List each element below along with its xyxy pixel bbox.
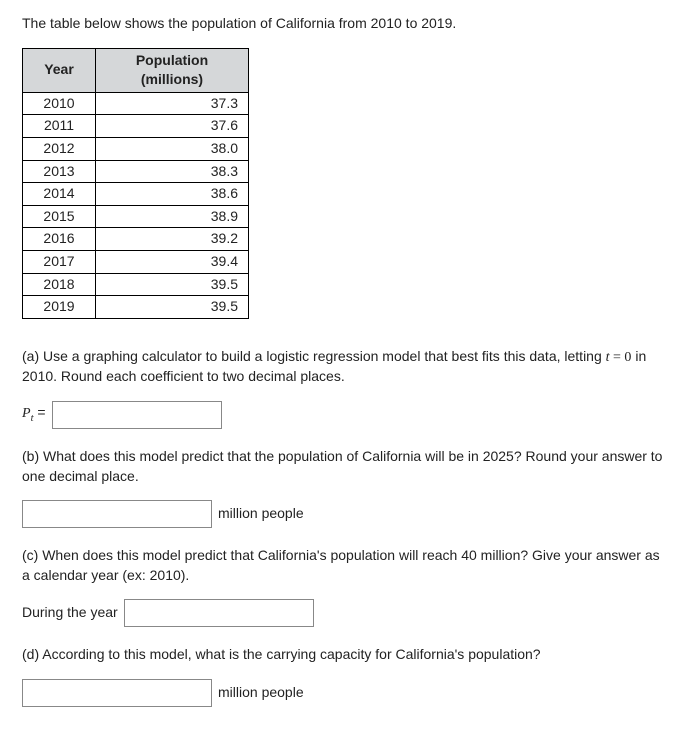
cell-year: 2015 <box>23 205 96 228</box>
unit-label-d: million people <box>218 683 304 703</box>
table-row: 201438.6 <box>23 183 249 206</box>
carrying-capacity-input[interactable] <box>22 679 212 707</box>
col-header-pop: Population (millions) <box>96 48 249 92</box>
question-a: (a) Use a graphing calculator to build a… <box>22 347 663 387</box>
cell-year: 2010 <box>23 92 96 115</box>
cell-pop: 37.3 <box>96 92 249 115</box>
cell-year: 2019 <box>23 296 96 319</box>
population-table: Year Population (millions) 201037.320113… <box>22 48 249 319</box>
table-row: 201338.3 <box>23 160 249 183</box>
cell-year: 2018 <box>23 273 96 296</box>
table-row: 201538.9 <box>23 205 249 228</box>
cell-year: 2011 <box>23 115 96 138</box>
year-label: During the year <box>22 603 118 623</box>
cell-pop: 39.2 <box>96 228 249 251</box>
cell-year: 2014 <box>23 183 96 206</box>
table-row: 201238.0 <box>23 137 249 160</box>
cell-pop: 39.4 <box>96 250 249 273</box>
table-row: 201037.3 <box>23 92 249 115</box>
question-c: (c) When does this model predict that Ca… <box>22 546 663 585</box>
unit-label-b: million people <box>218 504 304 524</box>
table-row: 201639.2 <box>23 228 249 251</box>
year-input[interactable] <box>124 599 314 627</box>
question-d: (d) According to this model, what is the… <box>22 645 663 665</box>
question-b: (b) What does this model predict that th… <box>22 447 663 486</box>
cell-year: 2017 <box>23 250 96 273</box>
col-header-year: Year <box>23 48 96 92</box>
cell-pop: 38.9 <box>96 205 249 228</box>
pt-label: Pt = <box>22 403 46 426</box>
cell-pop: 39.5 <box>96 273 249 296</box>
model-input[interactable] <box>52 401 222 429</box>
table-row: 201137.6 <box>23 115 249 138</box>
cell-pop: 38.6 <box>96 183 249 206</box>
cell-year: 2013 <box>23 160 96 183</box>
cell-pop: 37.6 <box>96 115 249 138</box>
pop-2025-input[interactable] <box>22 500 212 528</box>
table-row: 201939.5 <box>23 296 249 319</box>
cell-pop: 38.0 <box>96 137 249 160</box>
cell-year: 2016 <box>23 228 96 251</box>
table-row: 201739.4 <box>23 250 249 273</box>
cell-pop: 38.3 <box>96 160 249 183</box>
table-row: 201839.5 <box>23 273 249 296</box>
cell-pop: 39.5 <box>96 296 249 319</box>
intro-text: The table below shows the population of … <box>22 14 663 34</box>
cell-year: 2012 <box>23 137 96 160</box>
